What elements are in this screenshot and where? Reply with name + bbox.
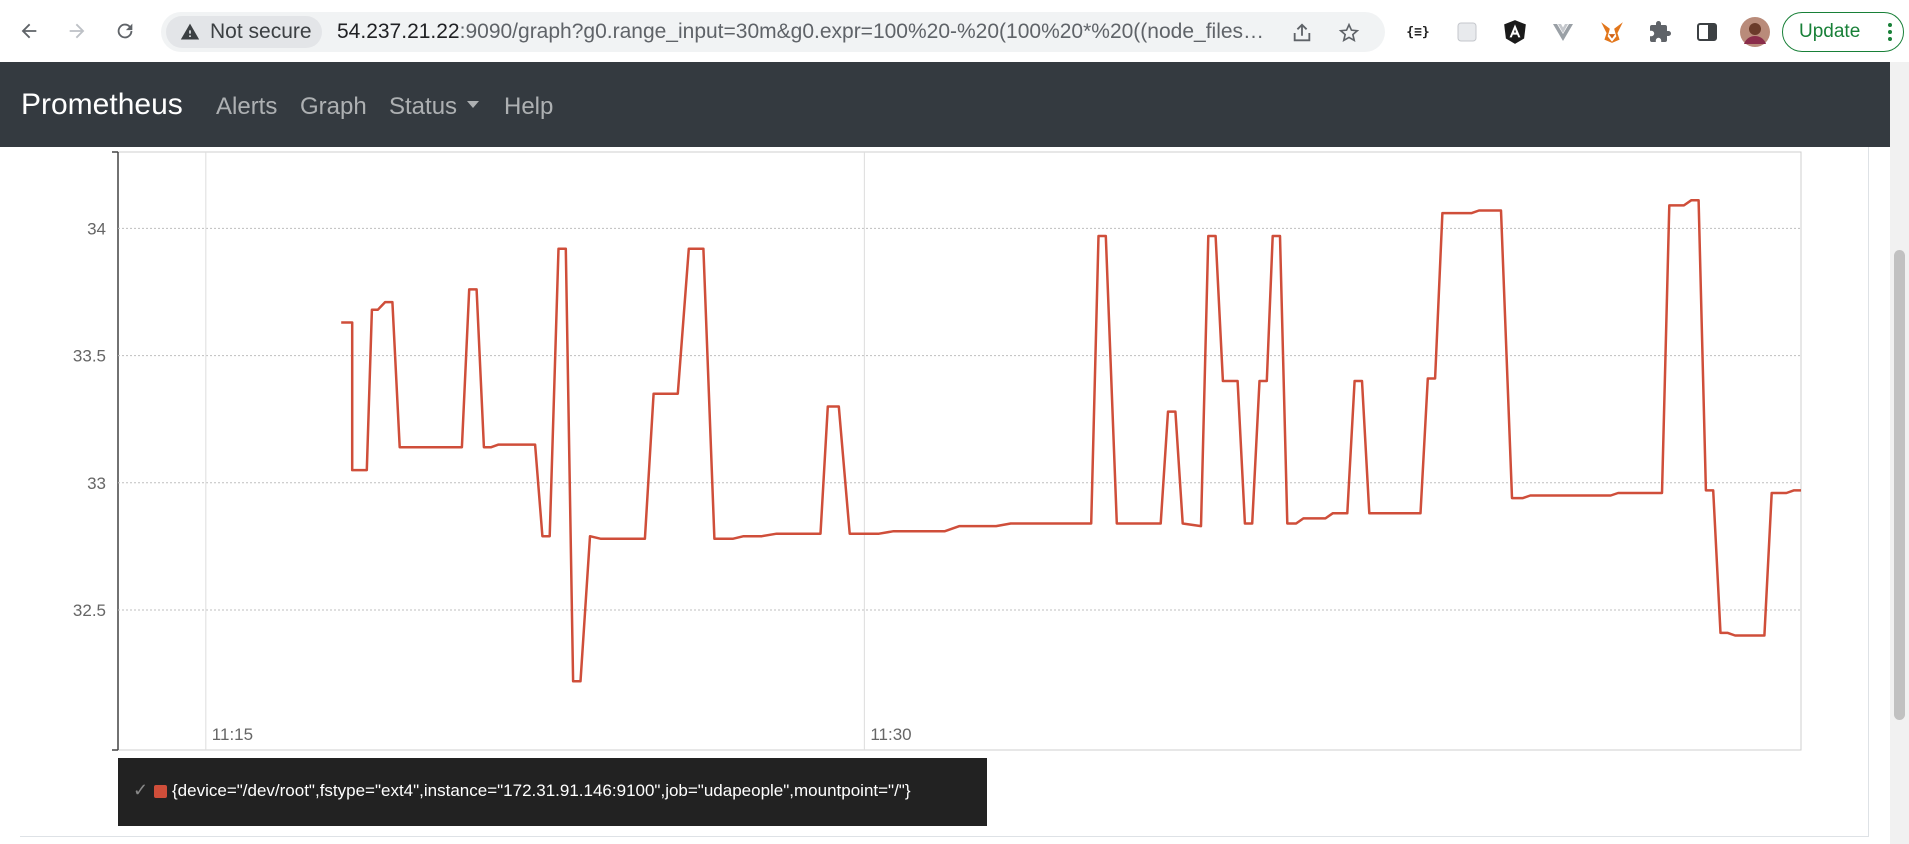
x-tick-label: 11:30 [870, 725, 911, 744]
legend-color-swatch [154, 785, 167, 798]
legend-checkmark-icon[interactable]: ✓ [133, 780, 148, 801]
graph-legend: ✓ {device="/dev/root",fstype="ext4",inst… [118, 758, 987, 826]
y-tick-label: 33.5 [73, 347, 106, 366]
series-line [341, 199, 1801, 683]
y-tick-label: 32.5 [73, 601, 106, 620]
legend-series-label[interactable]: {device="/dev/root",fstype="ext4",instan… [172, 781, 911, 801]
time-series-graph[interactable]: 32.5 33 33.5 34 11:15 11:30 [0, 0, 1909, 844]
y-tick-label: 34 [87, 219, 106, 238]
plot-frame [117, 151, 1802, 751]
x-tick-label: 11:15 [212, 725, 253, 744]
y-tick-label: 33 [87, 474, 106, 493]
